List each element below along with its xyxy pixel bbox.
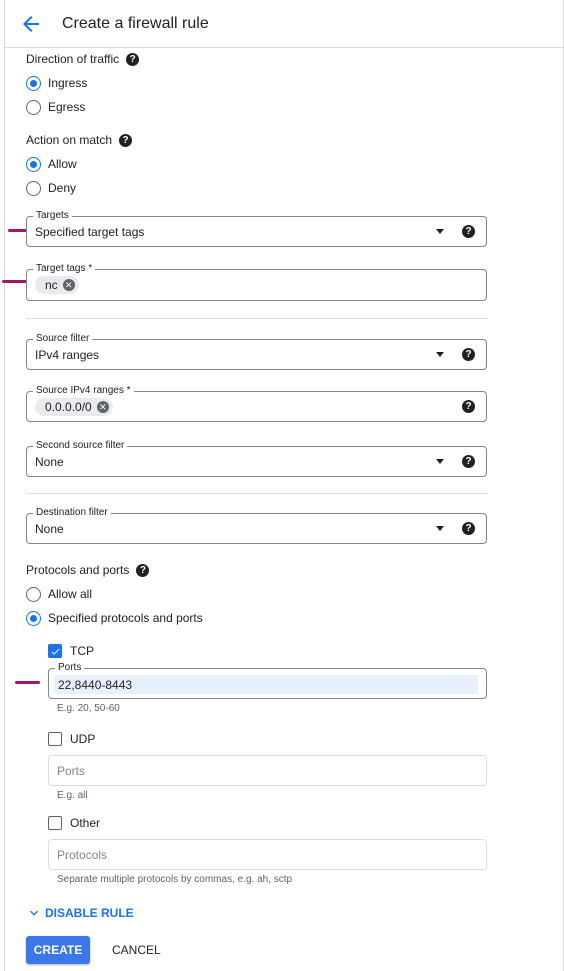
destination-filter-value: None	[35, 522, 64, 536]
radio-egress[interactable]: Egress	[26, 98, 85, 116]
second-source-filter-label: Second source filter	[33, 440, 128, 451]
help-icon[interactable]: ?	[136, 563, 150, 577]
protocols-and-ports-text: Protocols and ports	[26, 563, 130, 577]
help-icon[interactable]: ?	[462, 225, 475, 238]
action-on-match-text: Action on match	[26, 133, 113, 147]
source-filter-label: Source filter	[33, 333, 93, 344]
targets-value: Specified target tags	[35, 225, 145, 239]
help-icon[interactable]: ?	[462, 522, 475, 535]
dropdown-caret-icon[interactable]	[436, 459, 444, 464]
destination-filter-dropdown[interactable]: Destination filter None ?	[26, 507, 487, 544]
page-header: Create a firewall rule	[5, 0, 563, 48]
radio-deny[interactable]: Deny	[26, 179, 76, 197]
tcp-ports-hint: E.g. 20, 50-60	[57, 703, 120, 714]
chip-label: 0.0.0.0/0	[45, 400, 92, 414]
help-icon[interactable]: ?	[462, 400, 475, 413]
other-protocols-hint: Separate multiple protocols by commas, e…	[57, 874, 293, 885]
chip-remove-icon[interactable]: ✕	[62, 279, 75, 291]
checkbox-checked[interactable]	[48, 644, 62, 658]
tcp-ports-label: Ports	[55, 662, 85, 673]
dropdown-caret-icon[interactable]	[436, 229, 444, 234]
radio-allow-all[interactable]: Allow all	[26, 585, 92, 603]
help-icon[interactable]: ?	[119, 133, 133, 147]
other-checkbox[interactable]: Other	[48, 815, 100, 831]
radio-button-selected[interactable]	[26, 610, 41, 626]
radio-button-selected[interactable]	[26, 75, 41, 91]
source-ipv4-ranges-label: Source IPv4 ranges *	[33, 385, 134, 396]
create-button[interactable]: CREATE	[26, 936, 90, 964]
destination-filter-label: Destination filter	[33, 507, 111, 518]
dropdown-caret-icon[interactable]	[436, 352, 444, 357]
checkbox-unchecked[interactable]	[48, 816, 62, 830]
chevron-down-icon	[30, 910, 38, 916]
protocols-and-ports-label: Protocols and ports ?	[26, 563, 150, 577]
second-source-filter-value: None	[35, 455, 64, 469]
tcp-ports-value[interactable]: 22,8440-8443	[54, 675, 478, 694]
divider	[26, 493, 487, 494]
target-tag-chip: nc ✕	[35, 276, 79, 294]
direction-of-traffic-text: Direction of traffic	[26, 52, 120, 66]
udp-ports-input[interactable]: Ports	[48, 755, 487, 786]
udp-label: UDP	[70, 732, 96, 746]
left-border	[4, 0, 5, 971]
help-icon[interactable]: ?	[462, 348, 475, 361]
radio-allow-label: Allow	[48, 157, 77, 171]
annotation-marker	[15, 681, 40, 684]
source-filter-dropdown[interactable]: Source filter IPv4 ranges ?	[26, 333, 487, 370]
source-range-chip: 0.0.0.0/0 ✕	[35, 398, 113, 416]
udp-ports-hint: E.g. all	[57, 790, 88, 801]
source-ipv4-ranges-field[interactable]: Source IPv4 ranges * 0.0.0.0/0 ✕ ?	[26, 385, 487, 422]
radio-button[interactable]	[26, 180, 41, 196]
dropdown-caret-icon[interactable]	[436, 526, 444, 531]
target-tags-label: Target tags *	[33, 263, 96, 274]
help-icon[interactable]: ?	[126, 52, 140, 66]
checkmark-icon	[51, 648, 60, 655]
checkbox-unchecked[interactable]	[48, 732, 62, 746]
udp-checkbox[interactable]: UDP	[48, 731, 95, 747]
divider	[26, 318, 487, 319]
second-source-filter-dropdown[interactable]: Second source filter None ?	[26, 440, 487, 477]
radio-ingress-label: Ingress	[48, 76, 88, 90]
radio-ingress[interactable]: Ingress	[26, 74, 87, 92]
direction-of-traffic-label: Direction of traffic ?	[26, 52, 140, 66]
cancel-button[interactable]: CANCEL	[104, 936, 169, 964]
disable-rule-toggle[interactable]: DISABLE RULE	[26, 905, 134, 921]
target-tags-field[interactable]: Target tags * nc ✕	[26, 263, 487, 301]
chip-remove-icon[interactable]: ✕	[96, 401, 109, 413]
radio-egress-label: Egress	[48, 100, 86, 114]
radio-button-selected[interactable]	[26, 156, 41, 172]
back-arrow-icon[interactable]	[19, 12, 43, 36]
tcp-label: TCP	[70, 644, 94, 658]
radio-deny-label: Deny	[48, 181, 77, 195]
radio-allow[interactable]: Allow	[26, 155, 77, 173]
targets-dropdown[interactable]: Targets Specified target tags ?	[26, 210, 487, 247]
tcp-checkbox[interactable]: TCP	[48, 643, 94, 659]
radio-button[interactable]	[26, 99, 41, 115]
action-on-match-label: Action on match ?	[26, 133, 133, 147]
other-label: Other	[70, 816, 101, 830]
radio-button[interactable]	[26, 586, 41, 602]
radio-specified-protocols[interactable]: Specified protocols and ports	[26, 609, 203, 627]
radio-specified-protocols-label: Specified protocols and ports	[48, 611, 203, 625]
source-filter-value: IPv4 ranges	[35, 348, 100, 362]
chip-label: nc	[45, 278, 58, 292]
targets-label: Targets	[33, 210, 72, 221]
tcp-ports-input[interactable]: Ports 22,8440-8443	[48, 662, 487, 699]
help-icon[interactable]: ?	[462, 455, 475, 468]
annotation-marker	[2, 280, 28, 283]
disable-rule-label: DISABLE RULE	[45, 906, 134, 920]
other-protocols-input[interactable]: Protocols	[48, 839, 487, 870]
page-title: Create a firewall rule	[62, 15, 209, 32]
radio-allow-all-label: Allow all	[48, 587, 93, 601]
